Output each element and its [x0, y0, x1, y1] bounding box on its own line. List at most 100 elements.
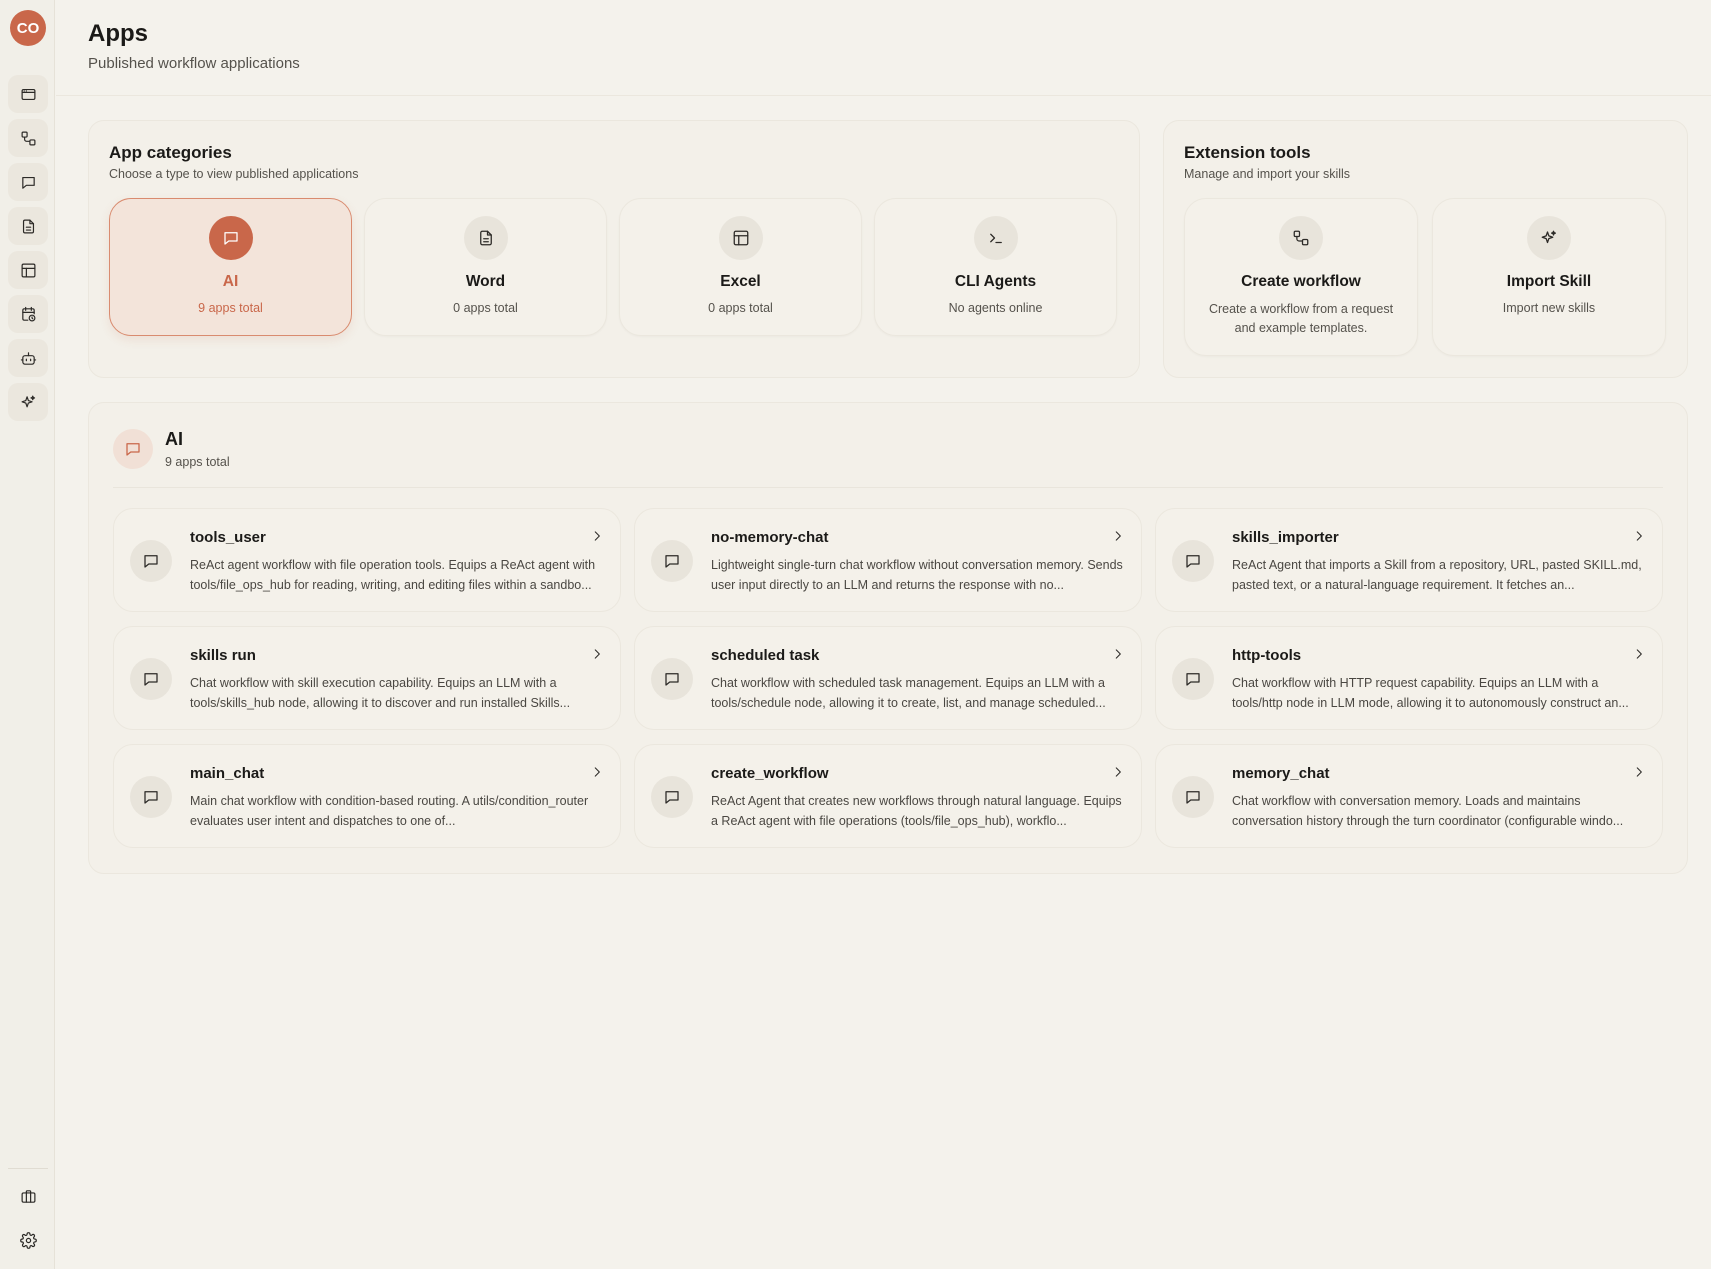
app-categories-title: App categories [109, 143, 232, 162]
document-icon [479, 230, 492, 246]
category-name: Word [465, 273, 506, 290]
page-subtitle: Published workflow applications [88, 55, 300, 72]
tool-description: Create a workflow from a request and exa… [1208, 302, 1394, 335]
chevron-right-icon [1632, 765, 1646, 779]
avatar[interactable]: CO [10, 10, 46, 46]
chevron-right-icon [590, 529, 604, 543]
app-card-create-workflow[interactable]: create_workflow ReAct Agent that creates… [634, 744, 1142, 848]
message-icon [21, 176, 35, 189]
chevron-right-icon [1111, 647, 1125, 661]
message-icon [1186, 555, 1200, 568]
message-icon [665, 673, 679, 686]
chevron-right-icon [1632, 529, 1646, 543]
chevron-right-icon [1111, 765, 1125, 779]
create-workflow-card[interactable]: Create workflow Create a workflow from a… [1184, 198, 1418, 356]
category-count: 0 apps total [453, 301, 518, 315]
nav-settings[interactable] [8, 1222, 48, 1258]
sidebar: CO [0, 0, 55, 1269]
app-name: scheduled task [711, 647, 820, 664]
app-card-http-tools[interactable]: http-tools Chat workflow with HTTP reque… [1155, 626, 1663, 730]
sparkle-icon [21, 395, 35, 407]
category-card-cli-agents[interactable]: CLI Agents No agents online [874, 198, 1117, 336]
app-description: ReAct Agent that imports a Skill from a … [1232, 558, 1642, 592]
section-title: AI [165, 429, 183, 449]
nav-workflows[interactable] [8, 119, 48, 157]
category-card-ai[interactable]: AI 9 apps total [109, 198, 352, 336]
app-card-tools-user[interactable]: tools_user ReAct agent workflow with fil… [113, 508, 621, 612]
category-icon [718, 216, 763, 260]
app-card-memory-chat[interactable]: memory_chat Chat workflow with conversat… [1155, 744, 1663, 848]
tool-icon [1527, 216, 1571, 260]
app-name: create_workflow [711, 765, 829, 782]
gear-icon [19, 1231, 37, 1249]
app-description: ReAct agent workflow with file operation… [190, 558, 596, 592]
app-card-no-memory-chat[interactable]: no-memory-chat Lightweight single-turn c… [634, 508, 1142, 612]
sparkle-icon [1541, 230, 1557, 244]
app-name: skills_importer [1232, 529, 1339, 546]
app-card-skills-run[interactable]: skills run Chat workflow with skill exec… [113, 626, 621, 730]
message-icon [665, 555, 679, 568]
extension-tools-title: Extension tools [1184, 143, 1311, 162]
briefcase-icon [21, 1189, 35, 1203]
import-skill-card[interactable]: Import Skill Import new skills [1432, 198, 1666, 356]
category-card-excel[interactable]: Excel 0 apps total [619, 198, 862, 336]
workflow-icon [21, 131, 35, 145]
table-icon [21, 263, 35, 277]
app-icon [651, 776, 693, 818]
page-title: Apps [88, 20, 148, 47]
app-icon [1172, 776, 1214, 818]
message-icon [144, 791, 158, 804]
nav-agents[interactable] [8, 339, 48, 377]
category-icon [463, 216, 508, 260]
nav-skills[interactable] [8, 383, 48, 421]
category-name: CLI Agents [954, 273, 1037, 290]
category-card-word[interactable]: Word 0 apps total [364, 198, 607, 336]
category-name: AI [222, 273, 239, 290]
message-icon [1186, 673, 1200, 686]
workflow-icon [1293, 230, 1309, 246]
category-count: 0 apps total [708, 301, 773, 315]
extension-tools-subtitle: Manage and import your skills [1184, 167, 1351, 181]
nav-apps[interactable] [8, 75, 48, 113]
app-name: tools_user [190, 529, 266, 546]
table-icon [733, 230, 748, 246]
section-divider [113, 487, 1663, 488]
app-name: skills run [190, 647, 256, 664]
app-description: Chat workflow with conversation memory. … [1232, 794, 1624, 828]
nav-tables[interactable] [8, 251, 48, 289]
chevron-right-icon [590, 647, 604, 661]
terminal-icon [989, 233, 1002, 244]
nav-workspace[interactable] [8, 1178, 48, 1214]
app-description: Chat workflow with HTTP request capabili… [1232, 676, 1629, 710]
message-icon [126, 443, 140, 456]
app-icon [651, 540, 693, 582]
app-icon [130, 776, 172, 818]
message-icon [223, 232, 238, 245]
page-header: Apps Published workflow applications [56, 0, 1711, 96]
app-card-scheduled-task[interactable]: scheduled task Chat workflow with schedu… [634, 626, 1142, 730]
message-icon [1186, 791, 1200, 804]
app-icon [130, 540, 172, 582]
app-name: memory_chat [1232, 765, 1330, 782]
nav-schedule[interactable] [8, 295, 48, 333]
app-description: Chat workflow with skill execution capab… [190, 676, 571, 710]
message-icon [665, 791, 679, 804]
app-icon [651, 658, 693, 700]
app-name: http-tools [1232, 647, 1302, 664]
nav-chat[interactable] [8, 163, 48, 201]
app-card-skills-importer[interactable]: skills_importer ReAct Agent that imports… [1155, 508, 1663, 612]
app-categories-subtitle: Choose a type to view published applicat… [109, 167, 359, 181]
section-count: 9 apps total [165, 455, 230, 469]
message-icon [144, 673, 158, 686]
tool-name: Import Skill [1506, 273, 1592, 290]
app-description: ReAct Agent that creates new workflows t… [711, 794, 1122, 828]
app-icon [1172, 540, 1214, 582]
sidebar-divider [8, 1168, 48, 1169]
app-icon [130, 658, 172, 700]
app-icon [1172, 658, 1214, 700]
nav-documents[interactable] [8, 207, 48, 245]
tool-name: Create workflow [1241, 273, 1361, 290]
tool-icon [1279, 216, 1323, 260]
bot-icon [20, 351, 36, 365]
app-card-main-chat[interactable]: main_chat Main chat workflow with condit… [113, 744, 621, 848]
